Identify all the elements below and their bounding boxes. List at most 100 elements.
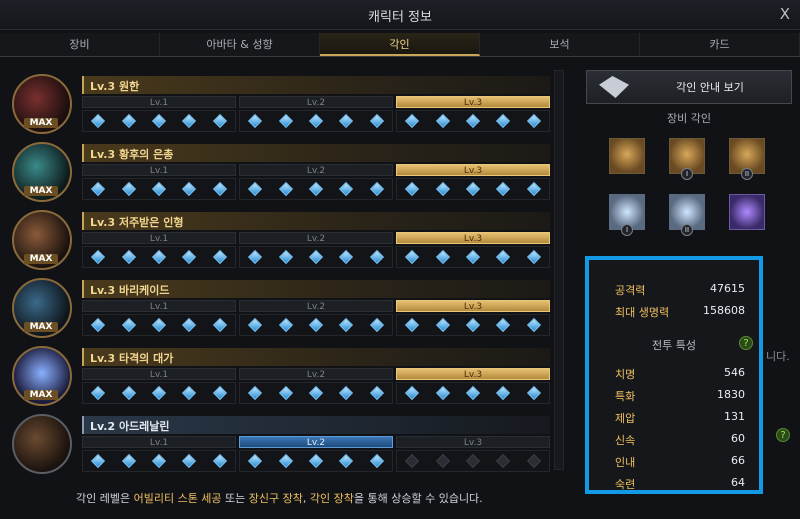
gem-filled-icon bbox=[248, 113, 263, 129]
gem-bar bbox=[82, 110, 550, 132]
tab-gems[interactable]: 보석 bbox=[480, 33, 640, 56]
gem-segment bbox=[396, 382, 550, 404]
gem-filled-icon bbox=[212, 249, 227, 265]
gem-filled-icon bbox=[121, 453, 136, 469]
gem-filled-icon bbox=[526, 317, 541, 333]
gem-filled-icon bbox=[151, 113, 167, 129]
level-bar: Lv.1 Lv.2 Lv.3 bbox=[82, 164, 550, 176]
earring-icon[interactable]: I bbox=[669, 138, 705, 180]
gem-filled-icon bbox=[212, 181, 227, 197]
tab-equipment[interactable]: 장비 bbox=[0, 33, 160, 56]
engraving-note: 각인 레벨은 어빌리티 스톤 세공 또는 장신구 장착, 각인 장착을 통해 상… bbox=[76, 492, 483, 505]
tab-avatar[interactable]: 아바타 & 성향 bbox=[160, 33, 320, 56]
earring-icon[interactable]: II bbox=[729, 138, 765, 180]
tab-engraving[interactable]: 각인 bbox=[320, 33, 480, 56]
close-icon[interactable]: X bbox=[780, 5, 790, 23]
level-marker: Lv.2 bbox=[239, 232, 393, 244]
gem-bar bbox=[82, 314, 550, 336]
engraving-row[interactable]: MAX Lv.3 타격의 대가 Lv.1 Lv.2 Lv.3 bbox=[10, 342, 550, 410]
stat-swiftness: 신속 60 bbox=[615, 432, 745, 447]
gem-segment bbox=[82, 246, 236, 268]
help-icon[interactable]: ? bbox=[776, 428, 790, 442]
gem-filled-icon bbox=[91, 385, 106, 401]
gem-filled-icon bbox=[339, 453, 354, 469]
gem-segment bbox=[396, 450, 550, 472]
gem-filled-icon bbox=[248, 317, 263, 333]
gem-empty-icon bbox=[405, 453, 420, 469]
gem-filled-icon bbox=[212, 317, 227, 333]
gem-filled-icon bbox=[278, 113, 293, 129]
partial-text: 니다. bbox=[766, 350, 790, 363]
gem-filled-icon bbox=[121, 249, 136, 265]
engraving-row[interactable]: MAX Lv.3 원한 Lv.1 Lv.2 Lv.3 bbox=[10, 70, 550, 138]
gem-filled-icon bbox=[278, 385, 293, 401]
gem-empty-icon bbox=[435, 453, 450, 469]
gem-filled-icon bbox=[496, 181, 511, 197]
max-badge: MAX bbox=[24, 322, 58, 332]
gem-empty-icon bbox=[496, 453, 511, 469]
gem-filled-icon bbox=[278, 317, 293, 333]
engraving-row[interactable]: MAX Lv.3 황후의 은총 Lv.1 Lv.2 Lv.3 bbox=[10, 138, 550, 206]
tab-cards[interactable]: 카드 bbox=[640, 33, 800, 56]
gem-segment bbox=[82, 110, 236, 132]
gem-segment bbox=[239, 382, 393, 404]
gem-segment bbox=[239, 246, 393, 268]
level-marker: Lv.1 bbox=[82, 368, 236, 380]
gem-filled-icon bbox=[496, 249, 511, 265]
engraving-name-bar: Lv.3 황후의 은총 bbox=[82, 144, 550, 162]
max-badge: MAX bbox=[24, 254, 58, 264]
gem-filled-icon bbox=[308, 113, 324, 129]
stat-domination: 제압 131 bbox=[615, 410, 745, 425]
gem-segment bbox=[396, 110, 550, 132]
battle-help-icon[interactable]: ? bbox=[739, 336, 753, 350]
gem-filled-icon bbox=[91, 249, 106, 265]
gem-filled-icon bbox=[435, 249, 450, 265]
gem-filled-icon bbox=[248, 453, 263, 469]
gem-filled-icon bbox=[465, 181, 481, 197]
level-marker: Lv.2 bbox=[239, 96, 393, 108]
scrollbar[interactable] bbox=[554, 70, 564, 470]
gem-filled-icon bbox=[369, 181, 384, 197]
gem-segment bbox=[396, 178, 550, 200]
gem-segment bbox=[239, 110, 393, 132]
gem-filled-icon bbox=[308, 181, 324, 197]
engraving-row[interactable]: MAX Lv.3 저주받은 인형 Lv.1 Lv.2 Lv.3 bbox=[10, 206, 550, 274]
slot-badge: II bbox=[741, 168, 753, 180]
gem-filled-icon bbox=[339, 317, 354, 333]
window-title: 캐릭터 정보 bbox=[368, 10, 432, 25]
level-marker: Lv.2 bbox=[239, 300, 393, 312]
gem-filled-icon bbox=[212, 453, 227, 469]
gem-filled-icon bbox=[91, 181, 106, 197]
level-marker: Lv.2 bbox=[239, 436, 393, 448]
gem-filled-icon bbox=[278, 249, 293, 265]
gem-segment bbox=[82, 314, 236, 336]
gem-segment bbox=[82, 382, 236, 404]
ring-icon[interactable]: I bbox=[609, 194, 645, 236]
max-badge: MAX bbox=[24, 186, 58, 196]
gem-filled-icon bbox=[212, 385, 227, 401]
gem-filled-icon bbox=[212, 113, 227, 129]
level-bar: Lv.1 Lv.2 Lv.3 bbox=[82, 368, 550, 380]
stat-hp: 최대 생명력 158608 bbox=[615, 304, 745, 319]
gem-filled-icon bbox=[91, 113, 106, 129]
level-bar: Lv.1 Lv.2 Lv.3 bbox=[82, 96, 550, 108]
ability-stone-icon[interactable] bbox=[729, 194, 765, 230]
engraving-row[interactable]: Lv.2 아드레날린 Lv.1 Lv.2 Lv.3 bbox=[10, 410, 550, 478]
gem-filled-icon bbox=[465, 385, 481, 401]
gem-bar bbox=[82, 450, 550, 472]
engraving-guide-button[interactable]: 각인 안내 보기 bbox=[586, 70, 792, 104]
slot-badge: II bbox=[681, 224, 693, 236]
engraving-name: Lv.3 원한 bbox=[90, 80, 140, 93]
guide-label: 각인 안내 보기 bbox=[676, 81, 744, 94]
necklace-icon[interactable] bbox=[609, 138, 645, 174]
level-marker: Lv.2 bbox=[239, 164, 393, 176]
ring-icon[interactable]: II bbox=[669, 194, 705, 236]
level-marker: Lv.1 bbox=[82, 300, 236, 312]
gem-filled-icon bbox=[182, 249, 197, 265]
side-panel: 각인 안내 보기 장비 각인 I II I II bbox=[586, 70, 792, 236]
slot-badge: I bbox=[621, 224, 633, 236]
gem-filled-icon bbox=[526, 249, 541, 265]
engraving-name-bar: Lv.3 바리케이드 bbox=[82, 280, 550, 298]
engraving-row[interactable]: MAX Lv.3 바리케이드 Lv.1 Lv.2 Lv.3 bbox=[10, 274, 550, 342]
gem-filled-icon bbox=[182, 113, 197, 129]
